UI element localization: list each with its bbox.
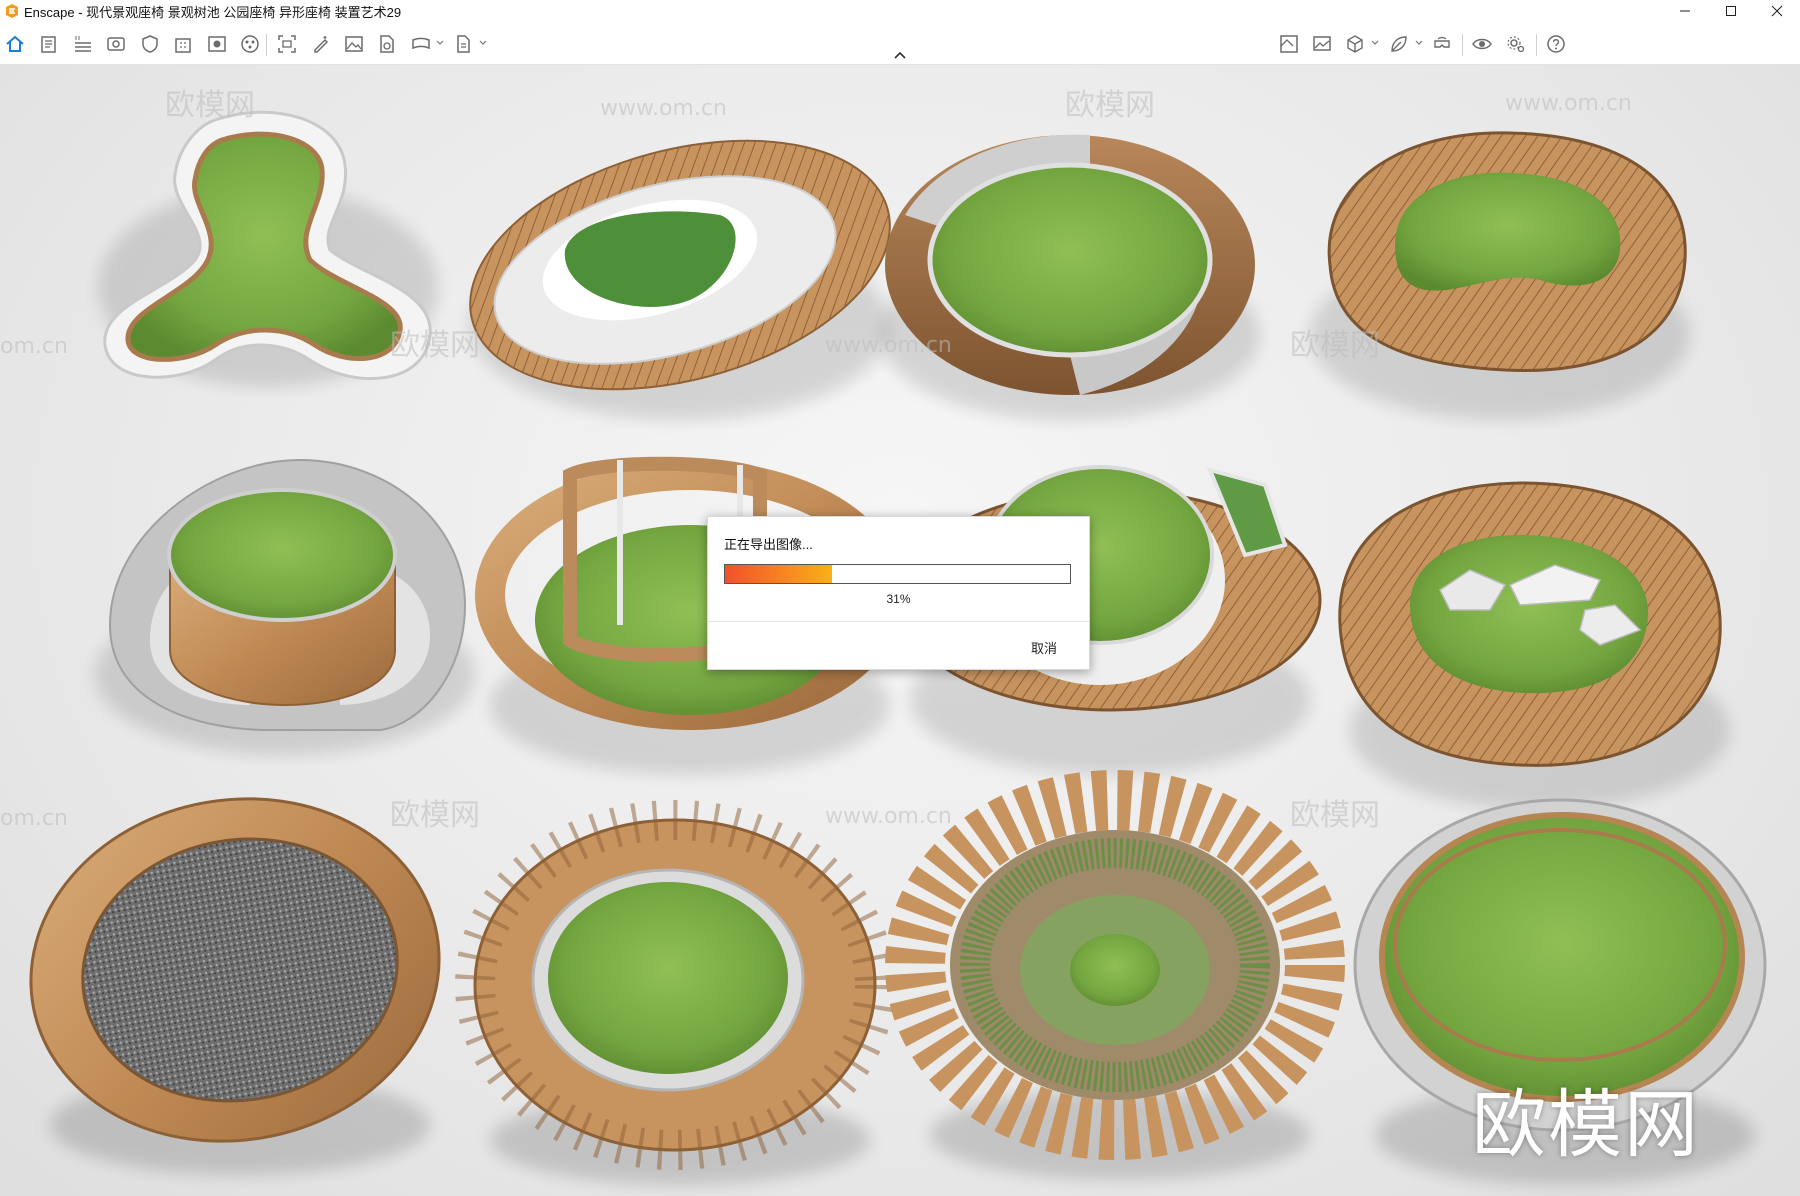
watermark-logo: 欧模网 <box>1290 798 1380 833</box>
seat-model-radial-bench-ring <box>455 800 895 1185</box>
export-progress-bar <box>724 564 1071 584</box>
asset-library-icon[interactable] <box>239 33 261 55</box>
seat-model-ring-segmented <box>880 134 1260 420</box>
cancel-button[interactable]: 取消 <box>1031 638 1057 657</box>
eye-icon[interactable] <box>1471 33 1493 55</box>
image-icon[interactable] <box>343 33 365 55</box>
help-icon[interactable] <box>1545 33 1567 55</box>
watermark-url: www.om.cn <box>825 804 952 829</box>
progress-percent-text: 31% <box>886 592 911 606</box>
home-icon[interactable] <box>4 33 26 55</box>
cube-icon[interactable] <box>1344 33 1366 55</box>
export-file-icon[interactable] <box>376 33 398 55</box>
vr-headset-icon[interactable] <box>1431 33 1453 55</box>
toolbar-separator <box>266 34 267 56</box>
export-progress-dialog: 正在导出图像... 31% 取消 <box>707 516 1090 670</box>
title-bar: Enscape - 现代景观座椅 景观树池 公园座椅 异形座椅 装置艺术29 <box>0 0 1800 22</box>
toolbar-separator <box>1462 34 1463 56</box>
leaf-dropdown-caret-icon[interactable] <box>1414 38 1424 48</box>
watermark-logo: 欧模网 <box>390 798 480 833</box>
settings-icon[interactable] <box>1505 33 1527 55</box>
dialog-divider <box>708 621 1089 622</box>
notes-icon[interactable] <box>38 33 60 55</box>
window-title: Enscape - 现代景观座椅 景观树池 公园座椅 异形座椅 装置艺术29 <box>24 4 402 20</box>
watermark-url: om.cn <box>0 334 68 359</box>
watermark-logo: 欧模网 <box>390 328 480 363</box>
batch-export-icon[interactable] <box>452 33 474 55</box>
bim-icon[interactable] <box>72 33 94 55</box>
screenshot-gallery-icon[interactable] <box>1311 33 1333 55</box>
screenshot-icon[interactable] <box>276 33 298 55</box>
progress-fill <box>725 565 832 583</box>
seat-model-trefoil <box>98 110 438 387</box>
seat-model-cylinder-pods <box>95 458 475 755</box>
panorama-dropdown-caret-icon[interactable] <box>435 38 445 48</box>
material-editor-icon[interactable] <box>1278 33 1300 55</box>
close-icon[interactable] <box>1754 0 1800 22</box>
export-dropdown-caret-icon[interactable] <box>478 38 488 48</box>
views-icon[interactable] <box>105 33 127 55</box>
watermark-logo: 欧模网 <box>1065 88 1155 123</box>
seat-model-sunburst-bench <box>885 770 1345 1180</box>
seat-model-organic-ring-rocks <box>1338 481 1730 810</box>
window-controls <box>1662 0 1800 22</box>
watermark-url: www.om.cn <box>825 333 952 358</box>
watermark-url: om.cn <box>0 806 68 831</box>
maximize-icon[interactable] <box>1708 0 1754 22</box>
watermark-logo: 欧模网 <box>1290 328 1380 363</box>
cube-dropdown-caret-icon[interactable] <box>1370 38 1380 48</box>
edit-icon[interactable] <box>310 33 332 55</box>
seat-model-oval-terrace <box>469 139 891 420</box>
info-panel-icon[interactable] <box>206 33 228 55</box>
safe-frame-icon[interactable] <box>139 33 161 55</box>
seat-model-organic-slat-ring <box>1310 131 1690 420</box>
watermark-large: 欧模网 <box>1472 1082 1700 1168</box>
toolbar-separator <box>1536 34 1537 56</box>
watermark-url: www.om.cn <box>1505 91 1632 116</box>
building-icon[interactable] <box>172 33 194 55</box>
leaf-icon[interactable] <box>1388 33 1410 55</box>
watermark-url: www.om.cn <box>600 96 727 121</box>
dialog-title: 正在导出图像... <box>724 537 813 552</box>
enscape-logo-icon <box>6 4 18 18</box>
minimize-icon[interactable] <box>1662 0 1708 22</box>
panorama-icon[interactable] <box>410 33 432 55</box>
watermark-logo: 欧模网 <box>165 88 255 123</box>
collapse-toolbar-chevron-icon[interactable] <box>890 49 910 61</box>
